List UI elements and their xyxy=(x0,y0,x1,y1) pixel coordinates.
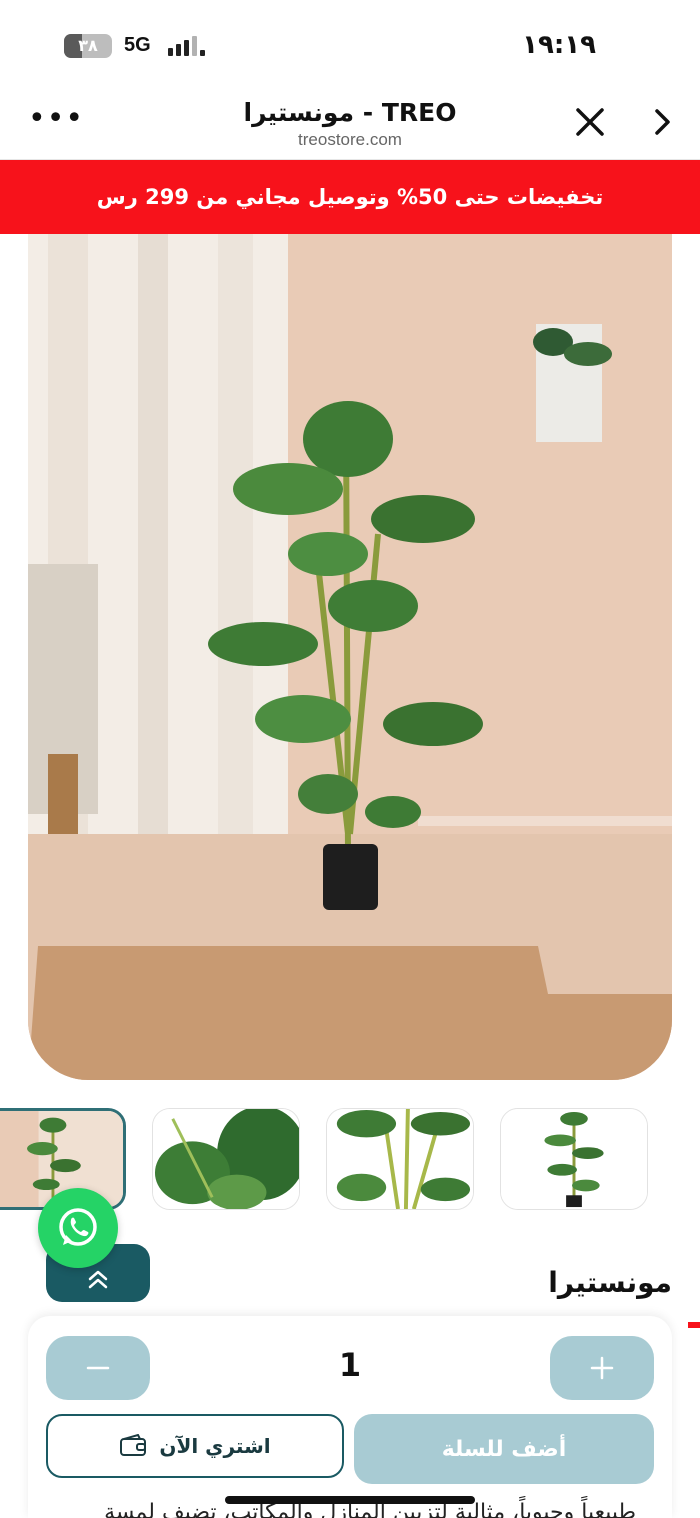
promo-text: تخفيضات حتى 50% وتوصيل مجاني من 299 رس xyxy=(96,185,604,209)
product-title: مونستيرا xyxy=(548,1266,672,1299)
wallet-icon xyxy=(120,1434,147,1456)
close-icon[interactable] xyxy=(572,104,608,140)
buy-now-label: اشتري الآن xyxy=(159,1434,271,1458)
home-indicator xyxy=(225,1496,475,1504)
add-to-cart-button[interactable]: أضف للسلة xyxy=(354,1414,654,1484)
promo-banner[interactable]: تخفيضات حتى 50% وتوصيل مجاني من 299 رس xyxy=(0,160,700,234)
battery-text: ٣٨ xyxy=(78,36,98,55)
chevron-right-icon[interactable] xyxy=(646,106,678,138)
double-chevron-up-icon xyxy=(88,1270,108,1289)
buy-now-button[interactable]: اشتري الآن xyxy=(46,1414,344,1478)
quantity-increase-button[interactable] xyxy=(550,1336,654,1400)
thumbnail-4[interactable] xyxy=(500,1108,648,1210)
purchase-panel: 1 اشتري الآن أضف للسلة xyxy=(28,1316,672,1518)
add-to-cart-label: أضف للسلة xyxy=(441,1436,567,1462)
thumbnail-3[interactable] xyxy=(326,1108,474,1210)
browser-header: ••• مونستيرا - TREO treostore.com xyxy=(0,90,700,160)
signal-icon xyxy=(166,34,206,58)
whatsapp-icon xyxy=(59,1208,97,1246)
product-main-image[interactable] xyxy=(28,234,672,1080)
whatsapp-button[interactable] xyxy=(38,1188,118,1268)
thumbnail-2[interactable] xyxy=(152,1108,300,1210)
clock: ١٩:١٩ xyxy=(522,30,596,60)
status-bar: ٣٨ 5G ١٩:١٩ xyxy=(0,0,700,90)
network-label: 5G xyxy=(124,34,151,56)
battery-icon: ٣٨ xyxy=(64,34,112,58)
plus-icon xyxy=(590,1356,614,1380)
badge-mark xyxy=(688,1322,700,1328)
